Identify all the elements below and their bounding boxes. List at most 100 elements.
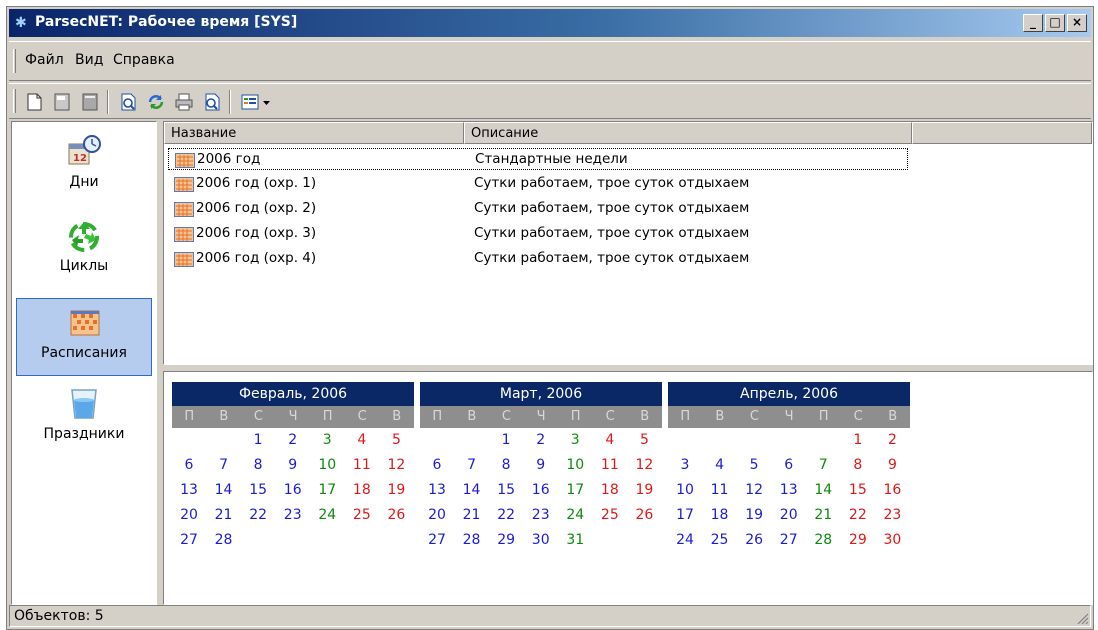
calendar-day[interactable]: 14 [455,482,489,498]
calendar-day[interactable]: 19 [737,507,771,523]
column-header-description[interactable]: Описание [464,122,912,144]
calendar-day[interactable]: 11 [703,482,737,498]
calendar-day[interactable]: 11 [593,457,627,473]
calendar-day[interactable]: 21 [455,507,489,523]
calendar-day[interactable]: 8 [841,457,875,473]
calendar-day[interactable]: 12 [737,482,771,498]
calendar-day[interactable]: 8 [489,457,523,473]
maximize-button[interactable]: □ [1045,14,1065,32]
calendar-day[interactable]: 1 [841,432,875,448]
properties-icon[interactable] [51,91,73,113]
table-row[interactable]: 2006 год (охр. 1) Сутки работаем, трое с… [168,173,908,195]
calendar-day[interactable]: 16 [276,482,310,498]
calendar-day[interactable]: 12 [627,457,661,473]
title-bar[interactable]: ✱ ParsecNET: Рабочее время [SYS] _ □ × [9,9,1091,37]
calendar-day[interactable]: 13 [420,482,454,498]
calendar-day[interactable]: 20 [772,507,806,523]
calendar-day[interactable]: 23 [875,507,909,523]
calendar-day[interactable]: 9 [524,457,558,473]
menu-help[interactable]: Справка [113,52,175,68]
calendar-day[interactable]: 19 [379,482,413,498]
sidebar-item-schedules[interactable]: Расписания [16,298,152,376]
dropdown-arrow-icon[interactable] [261,91,273,113]
calendar-day[interactable]: 24 [668,532,702,548]
calendar-day[interactable]: 9 [276,457,310,473]
table-row[interactable]: 2006 год (охр. 3) Сутки работаем, трое с… [168,223,908,245]
calendar-day[interactable]: 30 [875,532,909,548]
calendar-day[interactable]: 26 [379,507,413,523]
calendar-day[interactable]: 5 [627,432,661,448]
table-row[interactable]: 2006 год (охр. 4) Сутки работаем, трое с… [168,248,908,270]
calendar-day[interactable]: 7 [207,457,241,473]
calendar-day[interactable]: 10 [558,457,592,473]
calendar-day[interactable]: 29 [489,532,523,548]
calendar-day[interactable]: 8 [241,457,275,473]
calendar-day[interactable]: 31 [558,532,592,548]
calendar-day[interactable]: 16 [524,482,558,498]
column-header-name[interactable]: Название [164,122,464,144]
calendar-day[interactable]: 7 [806,457,840,473]
calendar-day[interactable]: 27 [172,532,206,548]
calendar-day[interactable]: 6 [172,457,206,473]
resize-grip-icon[interactable] [1075,611,1089,625]
calendar-day[interactable]: 28 [806,532,840,548]
calendar-day[interactable]: 23 [524,507,558,523]
close-button[interactable]: × [1067,14,1087,32]
calendar-day[interactable]: 18 [345,482,379,498]
calendar-day[interactable]: 18 [593,482,627,498]
menu-file[interactable]: Файл [25,52,64,68]
print-preview-icon[interactable] [201,91,223,113]
calendar-day[interactable]: 29 [841,532,875,548]
calendar-day[interactable]: 21 [806,507,840,523]
calendar-day[interactable]: 21 [207,507,241,523]
calendar-day[interactable]: 24 [558,507,592,523]
calendar-day[interactable]: 19 [627,482,661,498]
calendar-day[interactable]: 9 [875,457,909,473]
calendar-day[interactable]: 2 [524,432,558,448]
sidebar-item-cycles[interactable]: Циклы [16,212,152,290]
calendar-day[interactable]: 17 [310,482,344,498]
calendar-day[interactable]: 14 [806,482,840,498]
calendar-day[interactable]: 27 [420,532,454,548]
calendar-day[interactable]: 3 [310,432,344,448]
preview-icon[interactable] [117,91,139,113]
calendar-day[interactable]: 24 [310,507,344,523]
calendar-day[interactable]: 17 [558,482,592,498]
calendar-day[interactable]: 23 [276,507,310,523]
view-mode-icon[interactable] [239,91,261,113]
calendar-day[interactable]: 22 [241,507,275,523]
table-row[interactable]: 2006 год (охр. 2) Сутки работаем, трое с… [168,198,908,220]
calendar-day[interactable]: 6 [772,457,806,473]
menu-view[interactable]: Вид [75,52,103,68]
calendar-day[interactable]: 27 [772,532,806,548]
calendar-day[interactable]: 18 [703,507,737,523]
calendar-day[interactable]: 3 [558,432,592,448]
sidebar-item-days[interactable]: 12 Дни [16,128,152,206]
calendar-day[interactable]: 1 [241,432,275,448]
calendar-day[interactable]: 2 [875,432,909,448]
calendar-day[interactable]: 4 [593,432,627,448]
calendar-day[interactable]: 15 [241,482,275,498]
calendar-day[interactable]: 28 [207,532,241,548]
calendar-day[interactable]: 30 [524,532,558,548]
calendar-day[interactable]: 14 [207,482,241,498]
calendar-day[interactable]: 10 [310,457,344,473]
calendar-day[interactable]: 16 [875,482,909,498]
calendar-day[interactable]: 3 [668,457,702,473]
calendar-day[interactable]: 22 [489,507,523,523]
calendar-day[interactable]: 22 [841,507,875,523]
sidebar-item-holidays[interactable]: Праздники [16,380,152,458]
calendar-day[interactable]: 26 [737,532,771,548]
calendar-day[interactable]: 12 [379,457,413,473]
calendar-day[interactable]: 13 [772,482,806,498]
calendar-day[interactable]: 15 [841,482,875,498]
menu-grip[interactable] [13,49,16,73]
minimize-button[interactable]: _ [1023,14,1043,32]
calendar-day[interactable]: 10 [668,482,702,498]
calendar-day[interactable]: 20 [172,507,206,523]
calendar-day[interactable]: 5 [379,432,413,448]
calendar-day[interactable]: 7 [455,457,489,473]
calendar-day[interactable]: 1 [489,432,523,448]
calendar-day[interactable]: 25 [593,507,627,523]
calendar-day[interactable]: 4 [703,457,737,473]
